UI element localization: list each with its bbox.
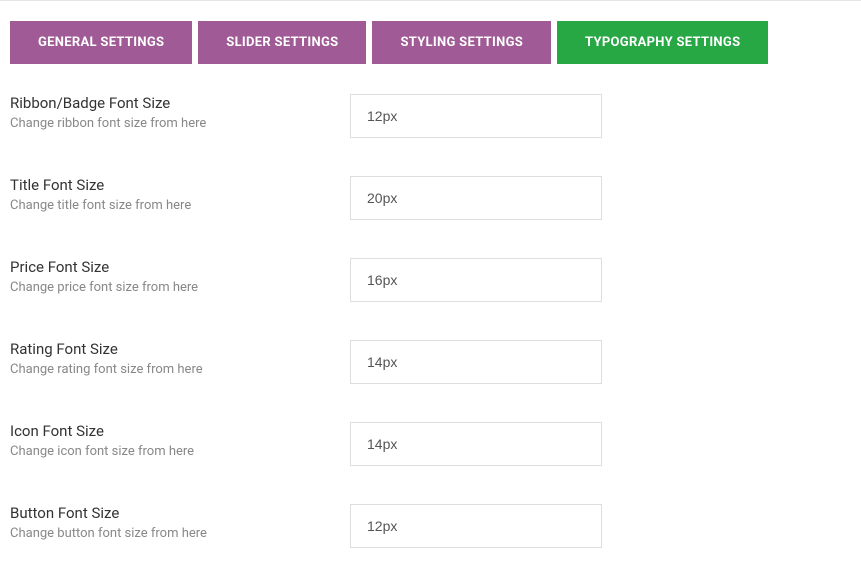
field-row-title: Title Font Size Change title font size f… [10,176,851,220]
settings-tabs: GENERAL SETTINGS SLIDER SETTINGS STYLING… [0,21,861,94]
tab-typography-settings[interactable]: TYPOGRAPHY SETTINGS [557,21,768,64]
field-label-col: Price Font Size Change price font size f… [10,258,350,295]
icon-font-size-desc: Change icon font size from here [10,444,350,459]
price-font-size-label: Price Font Size [10,258,350,276]
ribbon-font-size-desc: Change ribbon font size from here [10,116,350,131]
title-font-size-label: Title Font Size [10,176,350,194]
button-font-size-input[interactable] [350,504,602,548]
field-input-col [350,422,602,466]
button-font-size-desc: Change button font size from here [10,526,350,541]
rating-font-size-input[interactable] [350,340,602,384]
field-row-icon: Icon Font Size Change icon font size fro… [10,422,851,466]
field-input-col [350,340,602,384]
typography-settings-panel: Ribbon/Badge Font Size Change ribbon fon… [0,94,861,548]
field-input-col [350,94,602,138]
tab-styling-settings[interactable]: STYLING SETTINGS [372,21,551,64]
field-input-col [350,258,602,302]
icon-font-size-input[interactable] [350,422,602,466]
field-row-rating: Rating Font Size Change rating font size… [10,340,851,384]
field-label-col: Button Font Size Change button font size… [10,504,350,541]
button-font-size-label: Button Font Size [10,504,350,522]
field-row-price: Price Font Size Change price font size f… [10,258,851,302]
icon-font-size-label: Icon Font Size [10,422,350,440]
rating-font-size-label: Rating Font Size [10,340,350,358]
field-row-button: Button Font Size Change button font size… [10,504,851,548]
ribbon-font-size-label: Ribbon/Badge Font Size [10,94,350,112]
field-label-col: Title Font Size Change title font size f… [10,176,350,213]
field-label-col: Icon Font Size Change icon font size fro… [10,422,350,459]
title-font-size-input[interactable] [350,176,602,220]
field-row-ribbon: Ribbon/Badge Font Size Change ribbon fon… [10,94,851,138]
field-label-col: Ribbon/Badge Font Size Change ribbon fon… [10,94,350,131]
field-label-col: Rating Font Size Change rating font size… [10,340,350,377]
price-font-size-input[interactable] [350,258,602,302]
price-font-size-desc: Change price font size from here [10,280,350,295]
field-input-col [350,176,602,220]
title-font-size-desc: Change title font size from here [10,198,350,213]
tab-slider-settings[interactable]: SLIDER SETTINGS [198,21,366,64]
ribbon-font-size-input[interactable] [350,94,602,138]
field-input-col [350,504,602,548]
tab-general-settings[interactable]: GENERAL SETTINGS [10,21,192,64]
rating-font-size-desc: Change rating font size from here [10,362,350,377]
